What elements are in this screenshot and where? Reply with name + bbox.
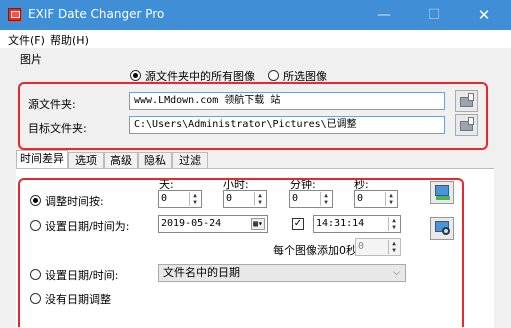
radio-all-images[interactable] — [130, 70, 141, 81]
preview-button[interactable] — [430, 181, 454, 204]
hours-spinner-arrows[interactable]: ▲ ▼ — [254, 192, 265, 206]
preview-icon — [436, 196, 450, 200]
radio-adjust-time[interactable] — [30, 195, 41, 206]
tab-filter[interactable]: 过滤 — [172, 152, 208, 169]
days-spinner-arrows[interactable]: ▲ ▼ — [189, 192, 200, 206]
set-date-time-label: 设置日期/时间为: — [45, 220, 130, 233]
days-value: 0 — [161, 193, 168, 204]
increment-value: 0 — [358, 241, 365, 252]
minutes-spinner-arrows[interactable]: ▲ ▼ — [320, 192, 331, 206]
target-browse-button[interactable] — [455, 114, 478, 136]
minutes-value: 0 — [292, 193, 299, 204]
no-adjust-label: 没有日期调整 — [45, 293, 111, 306]
date-source-value: 文件名中的日期 — [163, 266, 240, 279]
time-spinner[interactable]: 14:31:14 ▲ ▼ — [313, 215, 401, 233]
seconds-spinner-arrows[interactable]: ▲ ▼ — [385, 192, 396, 206]
radio-selected-images[interactable] — [268, 70, 279, 81]
images-group-title: 图片 — [20, 53, 42, 66]
radio-set-date-from[interactable] — [30, 269, 41, 280]
time-spinner-arrows[interactable]: ▲ ▼ — [388, 217, 399, 231]
minimize-button[interactable]: — — [366, 0, 402, 30]
target-folder-label: 目标文件夹: — [28, 122, 87, 135]
seconds-value: 0 — [357, 193, 364, 204]
increment-label: 每个图像添加0秒 — [273, 244, 357, 257]
menu-help[interactable]: 帮助(H) — [50, 32, 89, 48]
radio-set-date-time[interactable] — [30, 220, 41, 231]
magnifier-icon — [442, 227, 450, 235]
tab-advanced[interactable]: 高级 — [104, 152, 138, 169]
date-value: 2019-05-24 — [161, 218, 222, 229]
minutes-spinner[interactable]: 0 ▲ ▼ — [289, 190, 333, 208]
radio-no-adjust[interactable] — [30, 293, 41, 304]
monitor-icon — [435, 185, 449, 196]
chevron-down-icon: ⌵ — [393, 268, 400, 278]
tab-time-difference[interactable]: 时间差异 — [16, 150, 68, 169]
source-folder-input[interactable]: www.LMdown.com 领航下载 站 — [129, 92, 445, 110]
hours-value: 0 — [226, 193, 233, 204]
date-source-dropdown[interactable]: 文件名中的日期 ⌵ — [158, 264, 406, 282]
maximize-button[interactable]: ☐ — [416, 0, 452, 30]
source-browse-button[interactable] — [455, 90, 478, 112]
menu-file[interactable]: 文件(F) — [8, 32, 45, 48]
close-button[interactable]: ✕ — [466, 0, 502, 30]
tab-privacy[interactable]: 隐私 — [138, 152, 172, 169]
hours-spinner[interactable]: 0 ▲ ▼ — [223, 190, 267, 208]
target-folder-input[interactable]: C:\Users\Administrator\Pictures\已调整 — [129, 116, 445, 134]
title-bar: EXIF Date Changer Pro — ☐ ✕ — [0, 0, 511, 30]
source-folder-label: 源文件夹: — [28, 98, 76, 111]
window-title: EXIF Date Changer Pro — [28, 7, 165, 21]
app-icon — [8, 8, 21, 21]
tab-options[interactable]: 选项 — [68, 152, 104, 169]
search-button[interactable] — [430, 217, 454, 240]
days-spinner[interactable]: 0 ▲ ▼ — [158, 190, 202, 208]
calendar-dropdown-icon[interactable]: ▦▾ — [251, 218, 265, 230]
adjust-time-label: 调整时间按: — [45, 195, 104, 208]
increment-spinner-arrows[interactable]: ▲ ▼ — [388, 240, 399, 254]
time-value: 14:31:14 — [316, 218, 365, 229]
radio-all-images-label: 源文件夹中的所有图像 — [145, 70, 255, 83]
time-checkbox[interactable]: ✓ — [292, 218, 304, 230]
seconds-spinner[interactable]: 0 ▲ ▼ — [354, 190, 398, 208]
radio-selected-images-label: 所选图像 — [283, 70, 327, 83]
date-picker[interactable]: 2019-05-24 ▦▾ — [158, 215, 268, 233]
increment-spinner[interactable]: 0 ▲ ▼ — [355, 238, 401, 256]
set-date-from-label: 设置日期/时间: — [45, 269, 119, 282]
menu-bar: 文件(F) 帮助(H) — [0, 30, 511, 48]
